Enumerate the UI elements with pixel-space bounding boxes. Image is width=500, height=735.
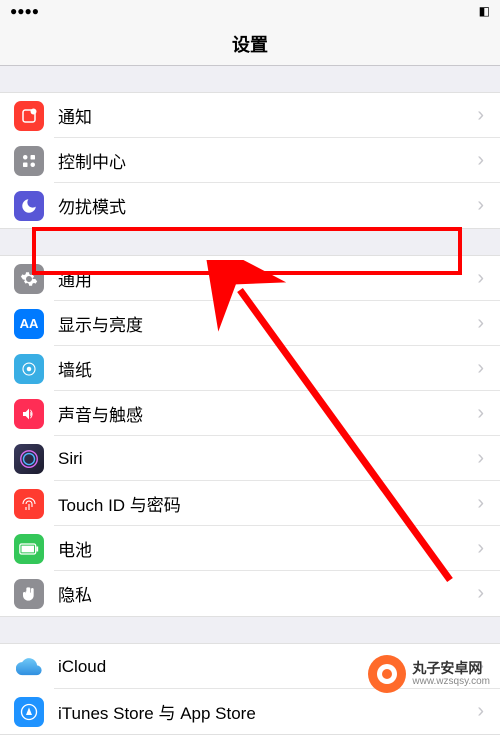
carrier-label: ●●●● <box>10 4 39 18</box>
row-touchid[interactable]: Touch ID 与密码 › <box>0 481 500 526</box>
row-label: 勿扰模式 <box>58 193 477 218</box>
chevron-right-icon: › <box>477 402 484 425</box>
row-siri[interactable]: Siri › <box>0 436 500 481</box>
row-label: Touch ID 与密码 <box>58 491 477 516</box>
section-gap <box>0 66 500 92</box>
row-battery[interactable]: 电池 › <box>0 526 500 571</box>
text-size-icon: AA <box>14 309 44 339</box>
row-label: 墙纸 <box>58 356 477 381</box>
cloud-icon <box>14 652 44 682</box>
section-gap <box>0 229 500 255</box>
row-label: 隐私 <box>58 581 477 606</box>
settings-section-2: 通用 › AA 显示与亮度 › 墙纸 › 声音与触感 › Siri › Touc… <box>0 255 500 617</box>
chevron-right-icon: › <box>477 582 484 605</box>
battery-icon <box>14 534 44 564</box>
appstore-icon <box>14 697 44 727</box>
battery-indicator: ◧ <box>479 4 490 18</box>
speaker-icon <box>14 399 44 429</box>
chevron-right-icon: › <box>477 492 484 515</box>
row-label: 控制中心 <box>58 148 477 173</box>
siri-icon <box>14 444 44 474</box>
row-label: 声音与触感 <box>58 401 477 426</box>
row-label: 显示与亮度 <box>58 311 477 336</box>
chevron-right-icon: › <box>477 700 484 723</box>
settings-section-1: 通知 › 控制中心 › 勿扰模式 › <box>0 92 500 229</box>
row-label: iTunes Store 与 App Store <box>58 699 477 724</box>
row-wallpaper[interactable]: 墙纸 › <box>0 346 500 391</box>
row-display[interactable]: AA 显示与亮度 › <box>0 301 500 346</box>
chevron-right-icon: › <box>477 447 484 470</box>
chevron-right-icon: › <box>477 194 484 217</box>
chevron-right-icon: › <box>477 537 484 560</box>
page-title: 设置 <box>232 31 268 57</box>
row-itunes[interactable]: iTunes Store 与 App Store › <box>0 689 500 734</box>
watermark-title: 丸子安卓网 <box>412 661 490 676</box>
chevron-right-icon: › <box>477 312 484 335</box>
row-sounds[interactable]: 声音与触感 › <box>0 391 500 436</box>
chevron-right-icon: › <box>477 267 484 290</box>
chevron-right-icon: › <box>477 149 484 172</box>
gear-icon <box>14 264 44 294</box>
nav-header: 设置 <box>0 22 500 66</box>
wallpaper-icon <box>14 354 44 384</box>
fingerprint-icon <box>14 489 44 519</box>
watermark: 丸子安卓网 www.wzsqsy.com <box>368 655 490 693</box>
moon-icon <box>14 191 44 221</box>
row-control-center[interactable]: 控制中心 › <box>0 138 500 183</box>
status-bar: ●●●● ◧ <box>0 0 500 22</box>
row-dnd[interactable]: 勿扰模式 › <box>0 183 500 228</box>
control-center-icon <box>14 146 44 176</box>
section-gap <box>0 617 500 643</box>
row-label: Siri <box>58 449 477 469</box>
watermark-logo-icon <box>368 655 406 693</box>
row-general[interactable]: 通用 › <box>0 256 500 301</box>
row-notifications[interactable]: 通知 › <box>0 93 500 138</box>
notifications-icon <box>14 101 44 131</box>
chevron-right-icon: › <box>477 104 484 127</box>
chevron-right-icon: › <box>477 357 484 380</box>
watermark-url: www.wzsqsy.com <box>412 676 490 687</box>
row-label: 通知 <box>58 103 477 128</box>
row-label: 通用 <box>58 266 477 291</box>
hand-icon <box>14 579 44 609</box>
row-privacy[interactable]: 隐私 › <box>0 571 500 616</box>
row-label: 电池 <box>58 536 477 561</box>
